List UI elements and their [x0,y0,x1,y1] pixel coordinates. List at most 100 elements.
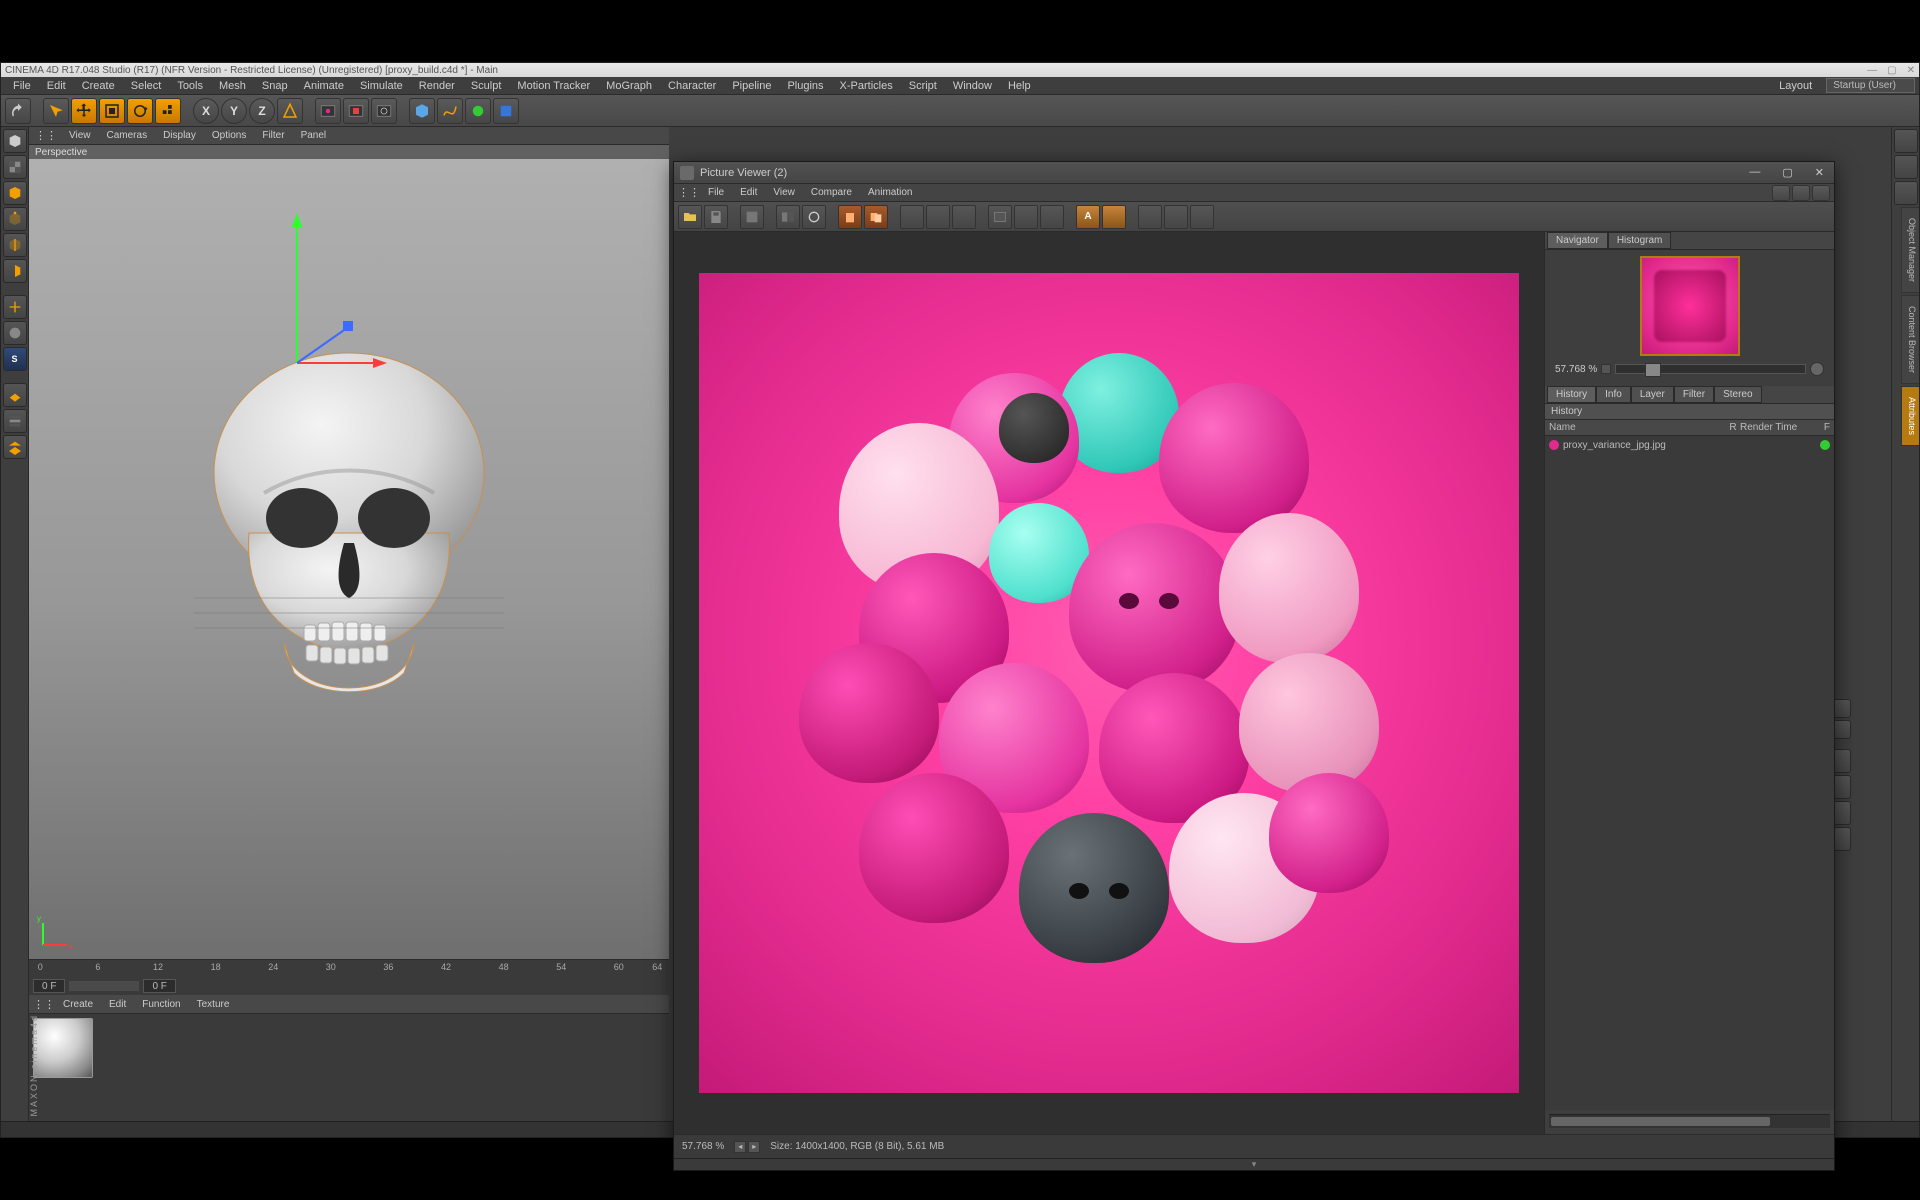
pv-tab-stereo[interactable]: Stereo [1714,386,1761,403]
pv-tab-layer[interactable]: Layer [1631,386,1674,403]
sidetab-attributes[interactable]: Attributes [1901,386,1919,446]
right-tool-button[interactable] [1894,181,1918,205]
pv-ab-compare-button[interactable] [776,205,800,229]
pv-titlebar[interactable]: Picture Viewer (2) — ▢ ✕ [674,162,1834,184]
object-mode-button[interactable] [3,181,27,205]
locked-workplane-button[interactable] [3,409,27,433]
pv-history-row[interactable]: proxy_variance_jpg.jpg [1545,436,1834,454]
close-button[interactable]: ✕ [1907,65,1915,76]
pv-side-scrollbar[interactable] [1549,1114,1830,1128]
mat-menu-edit[interactable]: Edit [101,997,134,1012]
add-deformer-button[interactable] [493,98,519,124]
pv-filter-button[interactable] [926,205,950,229]
axis-y-toggle[interactable]: Y [221,98,247,124]
vp-menu-view[interactable]: View [61,128,99,143]
add-primitive-button[interactable] [409,98,435,124]
viewport-handle-icon[interactable]: ⋮⋮ [35,129,57,142]
maximize-button[interactable]: ▢ [1887,65,1896,76]
pv-fullscreen-button[interactable] [1014,205,1038,229]
pv-a-label-button[interactable]: A [1076,205,1100,229]
scale-tool[interactable] [99,98,125,124]
viewport-solo-button[interactable] [3,321,27,345]
pv-collapse-handle[interactable]: ▾ [674,1158,1834,1170]
menu-select[interactable]: Select [123,78,170,94]
menu-simulate[interactable]: Simulate [352,78,411,94]
render-view-button[interactable] [315,98,341,124]
point-mode-button[interactable] [3,207,27,231]
pv-zoom-reset-button[interactable] [1810,362,1824,376]
pv-menu-animation[interactable]: Animation [860,185,920,200]
right-tool-button[interactable] [1894,129,1918,153]
frame-start-field[interactable]: 0 F [33,979,65,993]
pv-play-button[interactable] [988,205,1012,229]
material-swatch[interactable] [33,1018,93,1078]
live-selection-tool[interactable] [43,98,69,124]
workplane-button[interactable] [3,383,27,407]
sidetab-content[interactable]: Content Browser [1901,295,1919,384]
menu-render[interactable]: Render [411,78,463,94]
vp-menu-display[interactable]: Display [155,128,204,143]
mat-menu-texture[interactable]: Texture [189,997,238,1012]
add-spline-button[interactable] [437,98,463,124]
undo-button[interactable] [5,98,31,124]
pv-swap-button[interactable] [802,205,826,229]
menu-xparticles[interactable]: X-Particles [832,78,901,94]
pv-filter-button[interactable] [900,205,924,229]
perspective-viewport[interactable]: y x [29,159,669,959]
pv-b-label-button[interactable] [1102,205,1126,229]
layout-dropdown[interactable]: Startup (User) [1826,78,1915,93]
menu-mograph[interactable]: MoGraph [598,78,660,94]
menu-snap[interactable]: Snap [254,78,296,94]
vp-menu-panel[interactable]: Panel [293,128,335,143]
pv-filter-button[interactable] [952,205,976,229]
pv-canvas[interactable] [674,232,1544,1134]
coord-system-button[interactable] [277,98,303,124]
menu-plugins[interactable]: Plugins [779,78,831,94]
mat-menu-create[interactable]: Create [55,997,101,1012]
pv-hist-button[interactable] [1164,205,1188,229]
render-pv-button[interactable] [343,98,369,124]
vp-menu-filter[interactable]: Filter [254,128,292,143]
layout-label[interactable]: Layout [1771,78,1820,94]
planar-workplane-button[interactable] [3,435,27,459]
right-tool-button[interactable] [1894,155,1918,179]
pv-tab-histogram[interactable]: Histogram [1608,232,1672,249]
menu-mesh[interactable]: Mesh [211,78,254,94]
pv-tab-filter[interactable]: Filter [1674,386,1714,403]
vp-menu-options[interactable]: Options [204,128,254,143]
pv-minimize-button[interactable]: — [1745,166,1764,179]
pv-tab-info[interactable]: Info [1596,386,1631,403]
pv-hist-button[interactable] [1190,205,1214,229]
texture-mode-button[interactable] [3,155,27,179]
sidetab-objects[interactable]: Object Manager [1901,207,1919,293]
last-tool[interactable] [155,98,181,124]
materials-handle-icon[interactable]: ⋮⋮ [33,998,55,1011]
pv-menu-view[interactable]: View [765,185,803,200]
menu-sculpt[interactable]: Sculpt [463,78,510,94]
menu-tools[interactable]: Tools [169,78,211,94]
pv-zoom-button[interactable] [1040,205,1064,229]
vp-menu-cameras[interactable]: Cameras [99,128,156,143]
render-settings-button[interactable] [371,98,397,124]
menu-edit[interactable]: Edit [39,78,74,94]
menu-pipeline[interactable]: Pipeline [724,78,779,94]
pv-clear-button[interactable] [838,205,862,229]
menu-motiontracker[interactable]: Motion Tracker [509,78,598,94]
add-generator-button[interactable] [465,98,491,124]
menu-animate[interactable]: Animate [296,78,352,94]
menu-window[interactable]: Window [945,78,1000,94]
pv-open-button[interactable] [678,205,702,229]
menu-script[interactable]: Script [901,78,945,94]
axis-z-toggle[interactable]: Z [249,98,275,124]
pv-prev-button[interactable]: ◂ [734,1141,746,1153]
pv-zoom-slider[interactable] [1615,364,1806,374]
pv-history-list[interactable]: proxy_variance_jpg.jpg [1545,436,1834,1110]
pv-save-button[interactable] [704,205,728,229]
pv-zoom-stepper[interactable] [1601,364,1611,374]
pv-close-button[interactable]: ✕ [1811,166,1828,179]
pv-dock-button[interactable] [1792,185,1810,201]
pv-maximize-button[interactable]: ▢ [1778,166,1796,179]
menu-help[interactable]: Help [1000,78,1039,94]
pv-handle-icon[interactable]: ⋮⋮ [678,186,700,199]
rotate-tool[interactable] [127,98,153,124]
